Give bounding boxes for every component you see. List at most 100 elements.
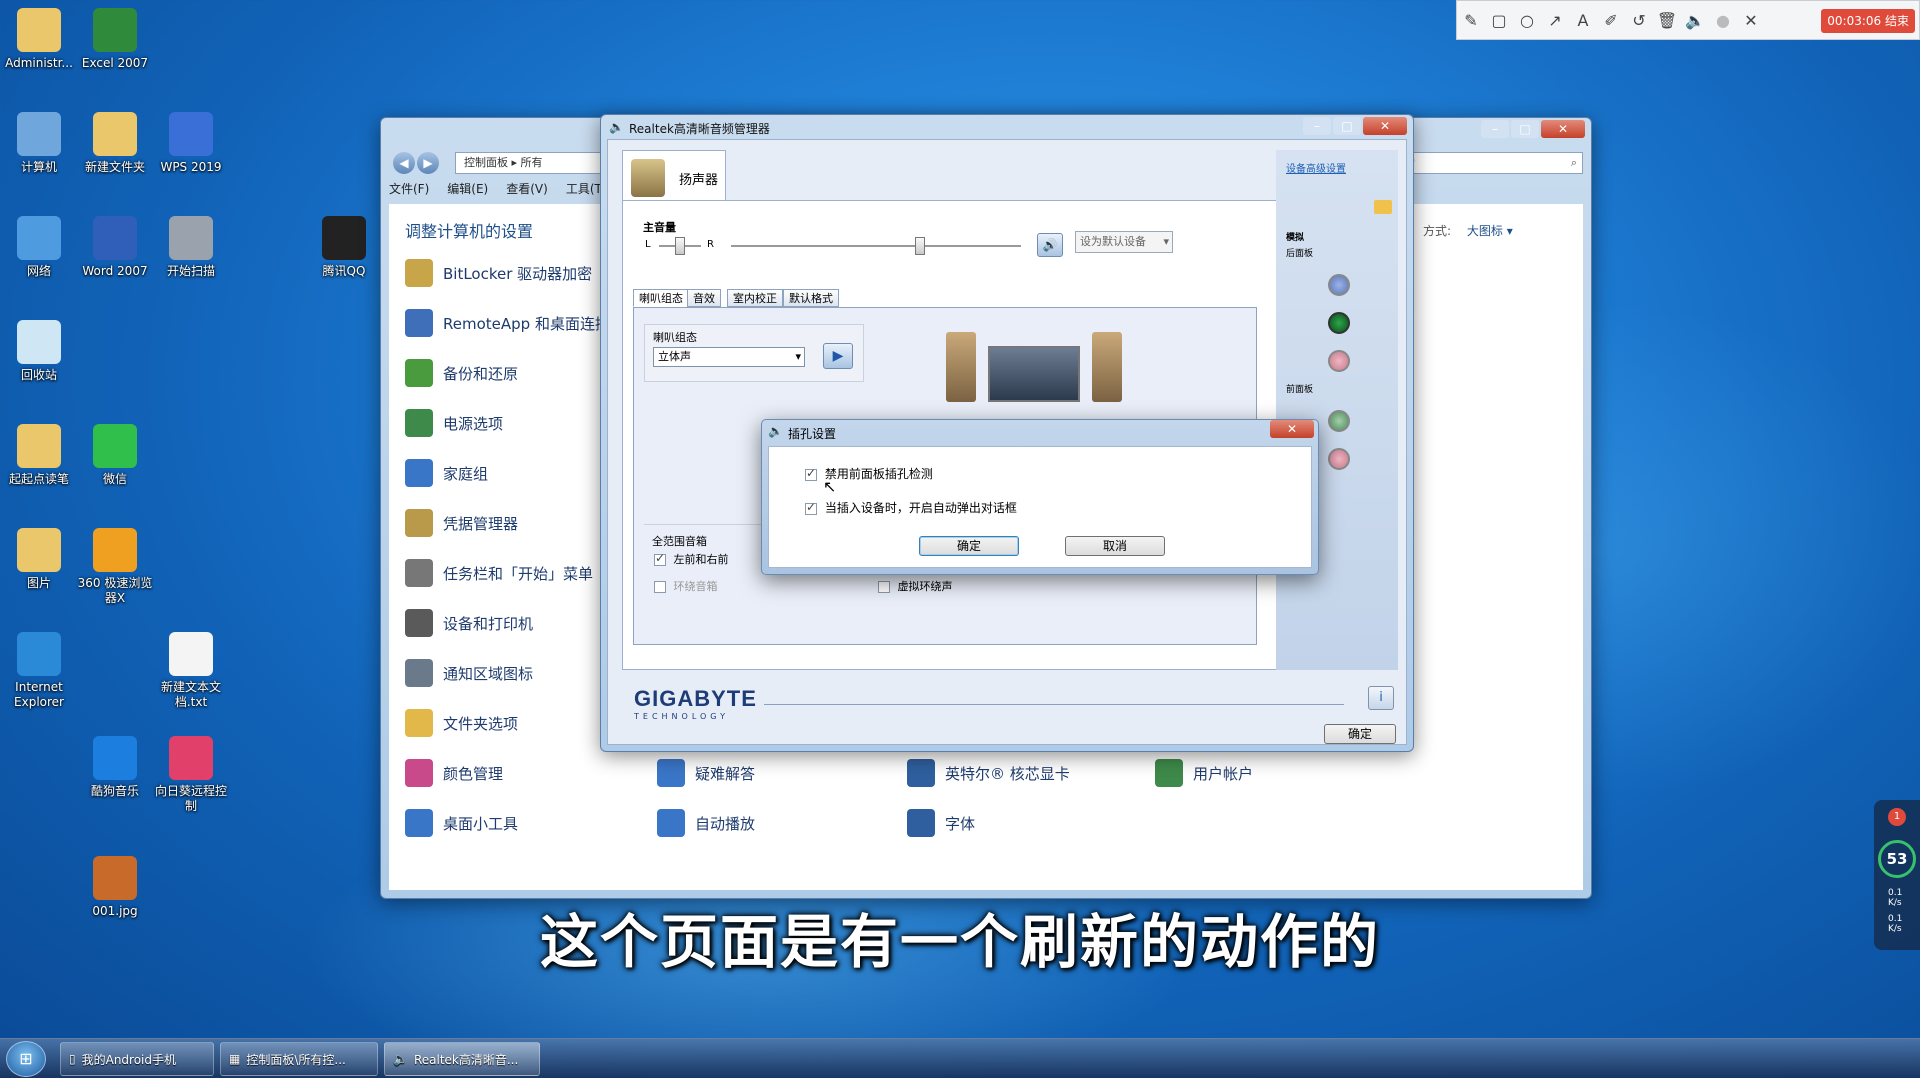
advanced-settings-link[interactable]: 设备高级设置 bbox=[1286, 160, 1346, 175]
control-panel-item[interactable]: RemoteApp 和桌面连接 bbox=[405, 306, 610, 340]
folder-icon[interactable] bbox=[1374, 200, 1392, 214]
speaker-device-tab[interactable]: 扬声器 bbox=[622, 150, 726, 200]
address-bar[interactable]: 控制面板 ▸ 所有 bbox=[455, 152, 615, 174]
start-button[interactable]: ⊞ bbox=[6, 1041, 46, 1077]
desktop-icon[interactable]: 新建文件夹 bbox=[76, 112, 154, 175]
jack-blue[interactable] bbox=[1328, 274, 1350, 296]
undo-icon[interactable]: ↺ bbox=[1625, 11, 1653, 30]
desktop-icon[interactable]: Administr... bbox=[0, 8, 78, 71]
control-panel-item-icon bbox=[405, 609, 433, 637]
dialog-close-button[interactable]: ✕ bbox=[1270, 420, 1314, 438]
minimize-button[interactable]: – bbox=[1481, 120, 1509, 138]
menu-view[interactable]: 查看(V) bbox=[506, 180, 548, 202]
minimize-button[interactable]: – bbox=[1303, 117, 1331, 135]
jack-pink[interactable] bbox=[1328, 350, 1350, 372]
breadcrumb-item[interactable]: 控制面板 bbox=[464, 156, 508, 169]
jack-green[interactable] bbox=[1328, 312, 1350, 334]
speaker-config-select[interactable]: 立体声 ▾ bbox=[653, 347, 805, 367]
maximize-button[interactable]: □ bbox=[1511, 120, 1539, 138]
control-panel-item[interactable]: 任务栏和「开始」菜单 bbox=[405, 556, 593, 590]
control-panel-item[interactable]: 备份和还原 bbox=[405, 356, 518, 390]
control-panel-item[interactable]: 字体 bbox=[907, 806, 975, 840]
surround-checkbox[interactable]: 环绕音箱 bbox=[654, 578, 718, 594]
balance-slider[interactable] bbox=[659, 237, 701, 255]
mute-button[interactable]: 🔊 bbox=[1037, 233, 1063, 257]
control-panel-item[interactable]: 疑难解答 bbox=[657, 756, 755, 790]
desktop-icon[interactable]: 腾讯QQ bbox=[305, 216, 383, 279]
arrow-icon[interactable]: ↗ bbox=[1541, 11, 1569, 30]
record-timer[interactable]: 00:03:06 结束 bbox=[1821, 9, 1915, 33]
tab-speaker-config[interactable]: 喇叭组态 bbox=[633, 289, 689, 307]
taskbar-item-control-panel[interactable]: ▦ 控制面板\所有控... bbox=[220, 1042, 378, 1076]
desktop-icon[interactable]: 开始扫描 bbox=[152, 216, 230, 279]
menu-edit[interactable]: 编辑(E) bbox=[447, 180, 488, 202]
control-panel-item[interactable]: 文件夹选项 bbox=[405, 706, 518, 740]
close-button[interactable]: ✕ bbox=[1541, 120, 1585, 138]
control-panel-item[interactable]: BitLocker 驱动器加密 bbox=[405, 256, 592, 290]
jack-front-green[interactable] bbox=[1328, 410, 1350, 432]
forward-button[interactable]: ▶ bbox=[417, 152, 439, 174]
balance-slider-thumb[interactable] bbox=[675, 237, 685, 255]
desktop-icon[interactable]: 回收站 bbox=[0, 320, 78, 383]
desktop-icon[interactable]: Internet Explorer bbox=[0, 632, 78, 710]
control-panel-item[interactable]: 桌面小工具 bbox=[405, 806, 518, 840]
volume-slider[interactable] bbox=[731, 237, 1021, 255]
control-panel-item[interactable]: 颜色管理 bbox=[405, 756, 503, 790]
volume-slider-thumb[interactable] bbox=[915, 237, 925, 255]
control-panel-item[interactable]: 自动播放 bbox=[657, 806, 755, 840]
set-default-dropdown[interactable]: 设为默认设备 ▾ bbox=[1075, 231, 1173, 253]
maximize-button[interactable]: □ bbox=[1333, 117, 1361, 135]
search-input[interactable]: 索 ⌕ bbox=[1397, 152, 1583, 174]
text-icon[interactable]: A bbox=[1569, 11, 1597, 30]
control-panel-item[interactable]: 电源选项 bbox=[405, 406, 503, 440]
taskbar-item-android[interactable]: ▯ 我的Android手机 bbox=[60, 1042, 214, 1076]
pen-icon[interactable]: ✎ bbox=[1457, 11, 1485, 30]
desktop-icon[interactable]: 图片 bbox=[0, 528, 78, 591]
virtual-surround-checkbox[interactable]: 虚拟环绕声 bbox=[878, 578, 953, 594]
tab-room-correction[interactable]: 室内校正 bbox=[727, 289, 783, 307]
control-panel-item[interactable]: 英特尔® 核芯显卡 bbox=[907, 756, 1070, 790]
desktop-icon[interactable]: 新建文本文档.txt bbox=[152, 632, 230, 710]
desktop-icon[interactable]: 计算机 bbox=[0, 112, 78, 175]
play-test-button[interactable]: ▶ bbox=[823, 343, 853, 369]
desktop-icon[interactable]: 微信 bbox=[76, 424, 154, 487]
desktop-icon[interactable]: 酷狗音乐 bbox=[76, 736, 154, 799]
control-panel-item[interactable]: 设备和打印机 bbox=[405, 606, 533, 640]
back-button[interactable]: ◀ bbox=[393, 152, 415, 174]
desktop-icon[interactable]: 网络 bbox=[0, 216, 78, 279]
desktop-icon[interactable]: Word 2007 bbox=[76, 216, 154, 279]
close-icon[interactable]: ✕ bbox=[1737, 11, 1765, 30]
control-panel-item[interactable]: 通知区域图标 bbox=[405, 656, 533, 690]
info-button[interactable]: i bbox=[1368, 686, 1394, 710]
right-speaker-image bbox=[1092, 332, 1122, 402]
desktop-icon[interactable]: 起起点读笔 bbox=[0, 424, 78, 487]
auto-popup-checkbox[interactable]: 当插入设备时，开启自动弹出对话框 bbox=[805, 499, 1017, 516]
mic-icon[interactable]: ● bbox=[1709, 11, 1737, 30]
control-panel-item[interactable]: 家庭组 bbox=[405, 456, 488, 490]
desktop-icon[interactable]: 向日葵远程控制 bbox=[152, 736, 230, 814]
rectangle-icon[interactable]: ▢ bbox=[1485, 11, 1513, 30]
dialog-cancel-button[interactable]: 取消 bbox=[1065, 536, 1165, 556]
control-panel-item[interactable]: 用户帐户 bbox=[1155, 756, 1253, 790]
taskbar-item-realtek[interactable]: 🔈 Realtek高清晰音... bbox=[384, 1042, 540, 1076]
highlighter-icon[interactable]: ✐ bbox=[1597, 11, 1625, 30]
close-button[interactable]: ✕ bbox=[1363, 117, 1407, 135]
desktop-icon[interactable]: Excel 2007 bbox=[76, 8, 154, 71]
speaker-icon[interactable]: 🔈 bbox=[1681, 11, 1709, 30]
tab-sound-effects[interactable]: 音效 bbox=[687, 289, 721, 307]
desktop-icon[interactable]: WPS 2019 bbox=[152, 112, 230, 175]
mouse-cursor: ↖ bbox=[823, 477, 837, 496]
jack-front-pink[interactable] bbox=[1328, 448, 1350, 470]
breadcrumb-item[interactable]: 所有 bbox=[521, 156, 543, 169]
dialog-ok-button[interactable]: 确定 bbox=[919, 536, 1019, 556]
tab-default-format[interactable]: 默认格式 bbox=[783, 289, 839, 307]
desktop-icon[interactable]: 360 极速浏览器X bbox=[76, 528, 154, 606]
view-by-dropdown[interactable]: 大图标 ▾ bbox=[1467, 224, 1513, 238]
circle-icon[interactable]: ○ bbox=[1513, 11, 1541, 30]
front-lr-checkbox[interactable]: 左前和右前 bbox=[654, 551, 729, 567]
menu-file[interactable]: 文件(F) bbox=[389, 180, 429, 202]
realtek-ok-button[interactable]: 确定 bbox=[1324, 724, 1396, 744]
control-panel-item[interactable]: 凭据管理器 bbox=[405, 506, 518, 540]
trash-icon[interactable]: 🗑 bbox=[1653, 11, 1681, 30]
control-panel-item-label: 用户帐户 bbox=[1193, 764, 1254, 783]
